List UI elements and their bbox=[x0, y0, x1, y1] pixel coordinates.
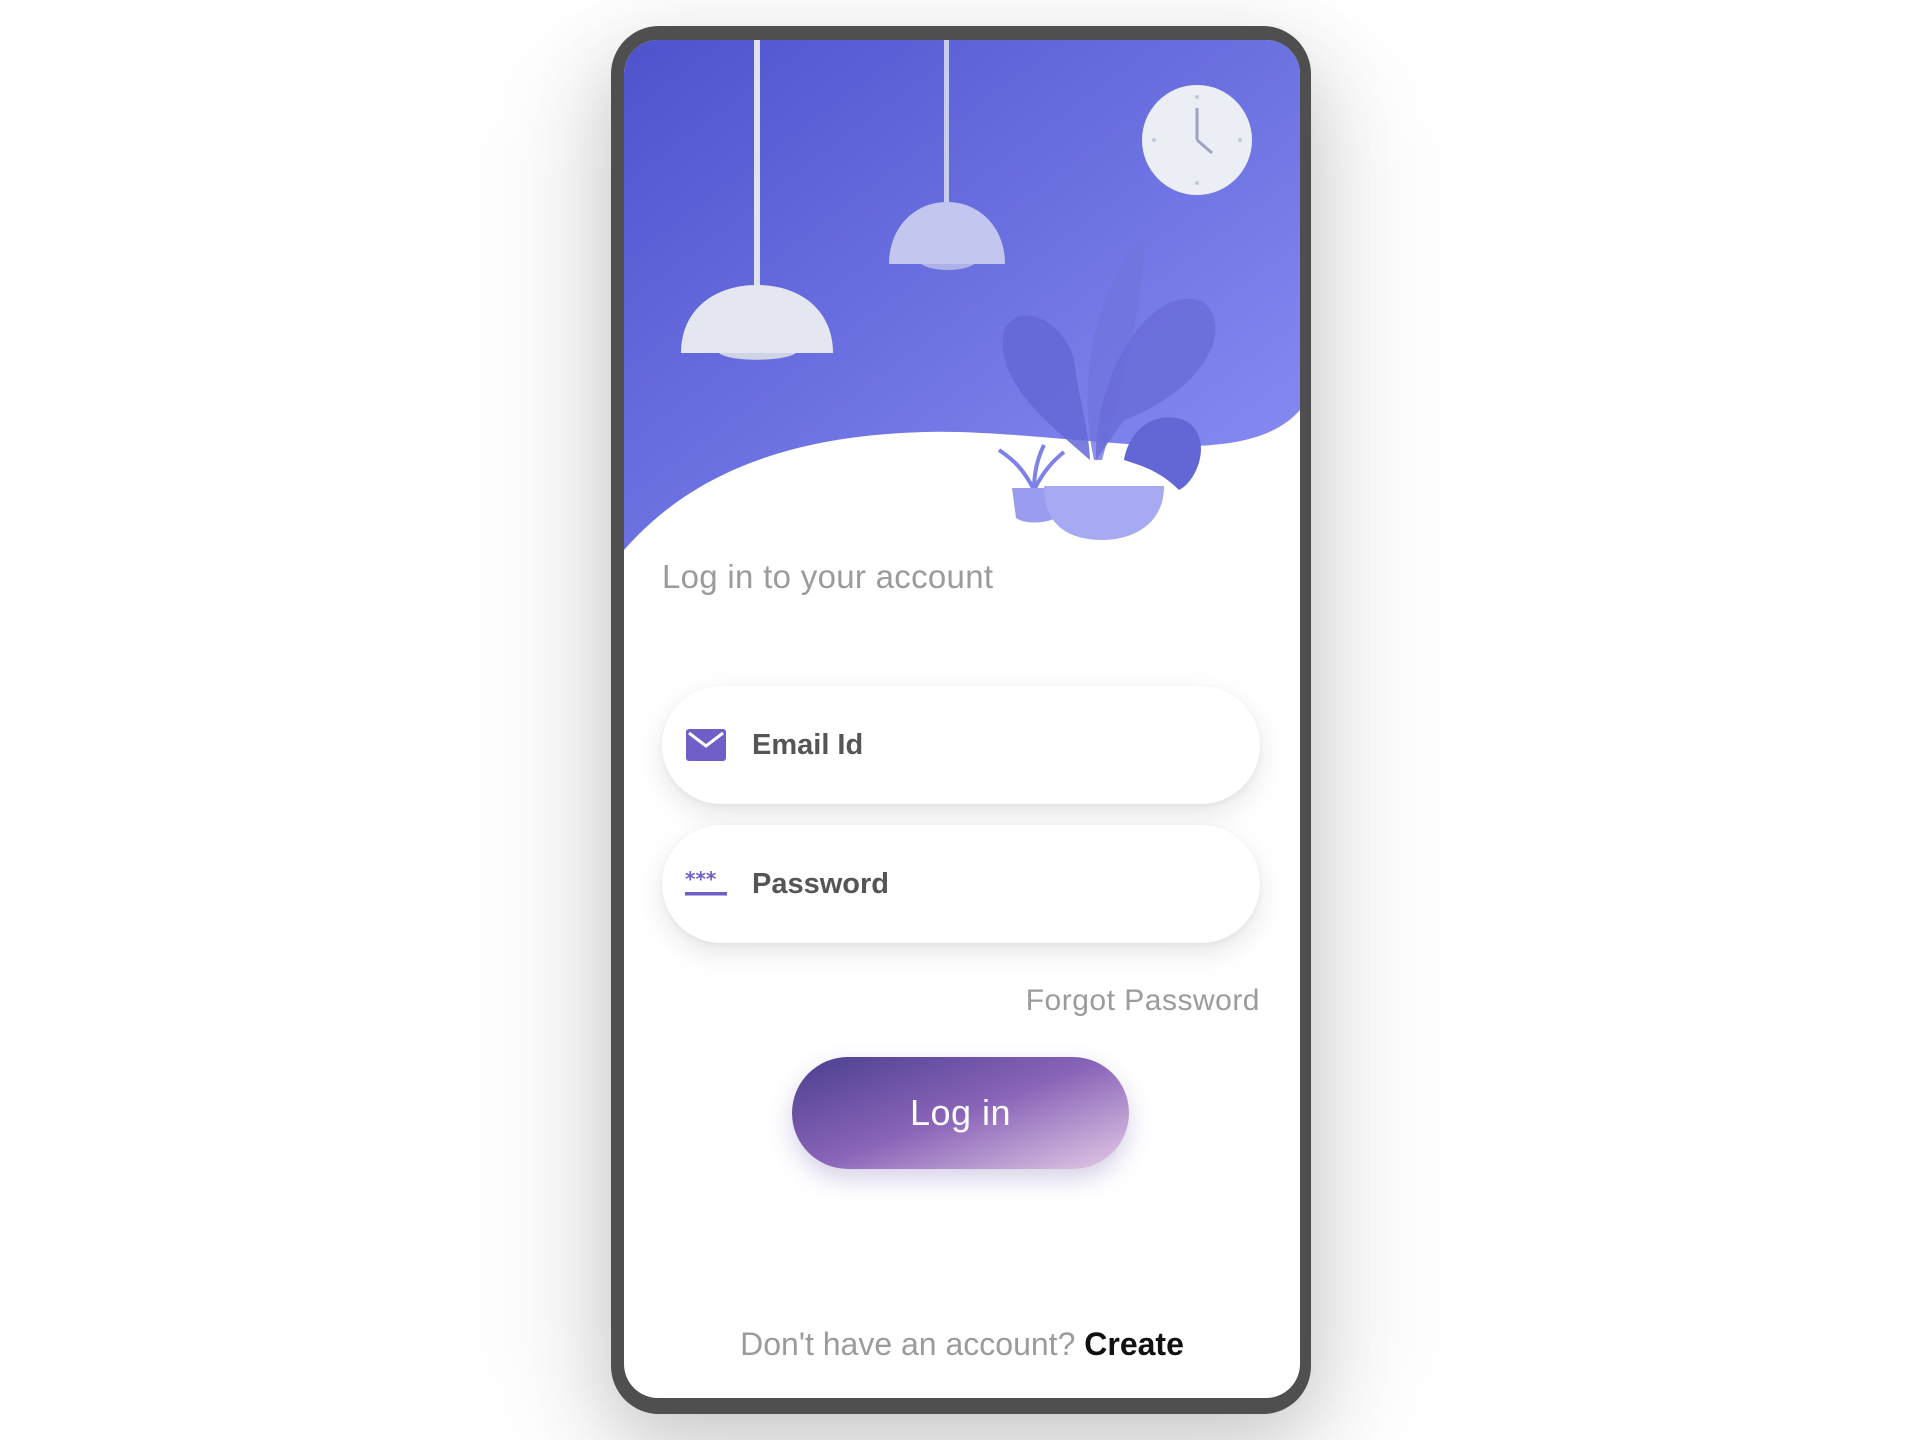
create-account-link[interactable]: Create bbox=[1084, 1326, 1184, 1362]
login-button[interactable]: Log in bbox=[792, 1057, 1129, 1169]
signup-prompt: Don't have an account? bbox=[740, 1326, 1085, 1362]
phone-screen: Log in to your account Email Id *** Pass… bbox=[624, 40, 1300, 1398]
stage: Log in to your account Email Id *** Pass… bbox=[0, 0, 1920, 1440]
page-title: Log in to your account bbox=[662, 558, 994, 595]
signup-row: Don't have an account? Create bbox=[624, 1326, 1300, 1363]
phone-frame: Log in to your account Email Id *** Pass… bbox=[611, 26, 1311, 1414]
email-field[interactable]: Email Id bbox=[662, 686, 1260, 804]
mail-icon bbox=[684, 723, 728, 767]
wall-clock-icon bbox=[1142, 85, 1252, 195]
svg-text:***: *** bbox=[685, 870, 717, 891]
email-placeholder: Email Id bbox=[752, 728, 864, 761]
password-field[interactable]: *** Password bbox=[662, 825, 1260, 943]
forgot-password-link[interactable]: Forgot Password bbox=[1026, 984, 1260, 1018]
password-placeholder: Password bbox=[752, 867, 889, 900]
password-icon: *** bbox=[684, 862, 728, 906]
hero-illustration bbox=[624, 40, 1300, 550]
